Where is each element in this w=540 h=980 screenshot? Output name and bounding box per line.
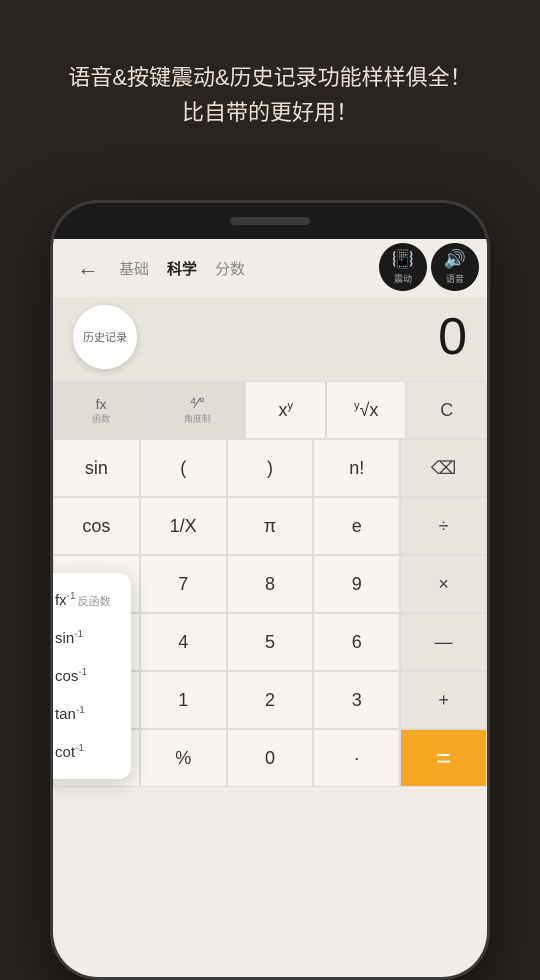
- key-close-paren[interactable]: ): [227, 439, 314, 497]
- key-backspace[interactable]: ⌫: [400, 439, 487, 497]
- key-add[interactable]: +: [400, 671, 487, 729]
- inverse-functions-panel: fx-1 反函数 sin-1 cos-1 tan-1 cot-1: [50, 573, 131, 779]
- voice-icon: 🔊: [444, 249, 466, 270]
- key-8[interactable]: 8: [227, 555, 314, 613]
- key-decimal[interactable]: ·: [313, 729, 400, 787]
- promo-line1: 语音&按键震动&历史记录功能样样俱全！: [40, 60, 500, 95]
- vibrate-label: 震动: [394, 272, 412, 285]
- key-5[interactable]: 5: [227, 613, 314, 671]
- key-multiply[interactable]: ×: [400, 555, 487, 613]
- key-pi[interactable]: π: [227, 497, 314, 555]
- keyboard-row-3: cos 1/X π e ÷: [53, 497, 487, 555]
- history-button[interactable]: 历史记录: [73, 305, 137, 369]
- key-open-paren[interactable]: (: [140, 439, 227, 497]
- key-angle[interactable]: ⁴⁄° 角度制: [149, 381, 245, 439]
- key-3[interactable]: 3: [313, 671, 400, 729]
- key-cos[interactable]: cos: [53, 497, 140, 555]
- voice-button[interactable]: 🔊 语音: [431, 243, 479, 291]
- key-factorial[interactable]: n!: [313, 439, 400, 497]
- key-4[interactable]: 4: [140, 613, 227, 671]
- calc-display: 历史记录 0: [53, 297, 487, 381]
- back-button[interactable]: ←: [69, 251, 107, 285]
- display-number: 0: [438, 307, 467, 367]
- fp-item-cot-inverse[interactable]: cot-1: [50, 733, 131, 771]
- key-divide[interactable]: ÷: [400, 497, 487, 555]
- key-9[interactable]: 9: [313, 555, 400, 613]
- promo-line2: 比自带的更好用！: [40, 95, 500, 130]
- promo-text: 语音&按键震动&历史记录功能样样俱全！ 比自带的更好用！: [0, 0, 540, 160]
- phone-notch: [230, 217, 310, 225]
- key-1[interactable]: 1: [140, 671, 227, 729]
- tab-fraction[interactable]: 分数: [215, 258, 245, 279]
- key-reciprocal[interactable]: 1/X: [140, 497, 227, 555]
- key-xy[interactable]: xy: [245, 381, 326, 439]
- icon-buttons: 📳 震动 🔊 语音: [379, 243, 479, 291]
- fp-item-tan-inverse[interactable]: tan-1: [50, 695, 131, 733]
- key-e[interactable]: e: [313, 497, 400, 555]
- key-sin[interactable]: sin: [53, 439, 140, 497]
- vibrate-button[interactable]: 📳 震动: [379, 243, 427, 291]
- fp-item-cos-inverse[interactable]: cos-1: [50, 657, 131, 695]
- fp-item-sin-inverse[interactable]: sin-1: [50, 619, 131, 657]
- key-7[interactable]: 7: [140, 555, 227, 613]
- keyboard-row-1: fx 函数 ⁴⁄° 角度制 xy y√x C: [53, 381, 487, 439]
- fp-item-fx-inverse[interactable]: fx-1 反函数: [50, 581, 131, 619]
- key-2[interactable]: 2: [227, 671, 314, 729]
- key-yroot[interactable]: y√x: [326, 381, 407, 439]
- voice-label: 语音: [446, 272, 464, 285]
- tab-basic[interactable]: 基础: [119, 258, 149, 279]
- key-percent[interactable]: %: [140, 729, 227, 787]
- key-equals[interactable]: =: [400, 729, 487, 787]
- key-0[interactable]: 0: [227, 729, 314, 787]
- tab-science[interactable]: 科学: [167, 258, 197, 279]
- key-clear[interactable]: C: [406, 381, 487, 439]
- key-6[interactable]: 6: [313, 613, 400, 671]
- vibrate-icon: 📳: [392, 249, 414, 270]
- key-subtract[interactable]: —: [400, 613, 487, 671]
- calc-nav: ← 基础 科学 分数 📳 震动 🔊 语音: [53, 239, 487, 297]
- keyboard-row-2: sin ( ) n! ⌫: [53, 439, 487, 497]
- key-fx[interactable]: fx 函数: [53, 381, 149, 439]
- phone-mockup: ← 基础 科学 分数 📳 震动 🔊 语音 历史记录 0: [50, 200, 490, 980]
